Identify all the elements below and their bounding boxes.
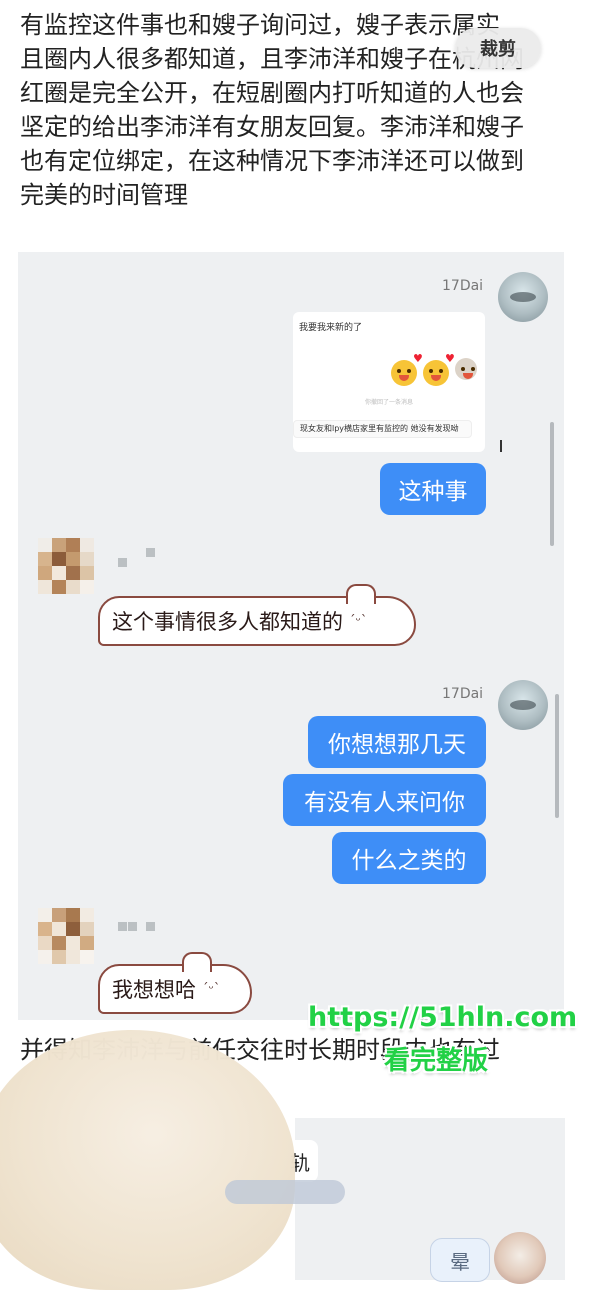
redaction-smudge	[225, 1180, 345, 1204]
article-line: 也有定位绑定，在这种情况下李沛洋还可以做到	[20, 147, 524, 175]
message-bubble-sent[interactable]: 这种事	[380, 463, 486, 515]
message-text: 这个事情很多人都知道的	[112, 610, 343, 634]
sender-name: 17Dai	[442, 278, 484, 294]
message-bubble-sent[interactable]: 有没有人来问你	[283, 774, 486, 826]
watermark-cta[interactable]: 看完整版	[384, 1040, 488, 1077]
crop-button[interactable]: 裁剪	[455, 28, 541, 68]
embedded-line: 现女友和lpy横店家里有监控的 她没有发现呦	[293, 420, 472, 438]
message-bubble-received[interactable]: 我想想哈 ˊᵕˋ	[98, 952, 252, 1014]
other-avatar	[38, 908, 94, 964]
self-avatar	[498, 680, 548, 730]
sticker-bubble: 晕	[430, 1238, 490, 1282]
bunny-ears-icon	[182, 952, 212, 972]
embedded-screenshot: 我要我来新的了 ♥ ♥ 你撤回了一条消息 现女友和lpy横店家里有监控的 她没有…	[293, 312, 485, 452]
heart-icon: ♥	[445, 352, 455, 365]
heart-icon: ♥	[413, 352, 423, 365]
article-line: 红圈是完全公开，在短剧圈内打听知道的人也会	[20, 79, 524, 107]
article-line: 坚定的给出李沛洋有女朋友回复。李沛洋和嫂子	[20, 113, 524, 141]
message-bubble-received[interactable]: 这个事情很多人都知道的 ˊᵕˋ	[98, 584, 416, 646]
self-avatar	[498, 272, 548, 322]
message-bubble-sent[interactable]: 什么之类的	[332, 832, 486, 884]
embedded-line: 我要我来新的了	[299, 323, 363, 333]
message-text: 我想想哈	[112, 978, 196, 1002]
message-bubble-sent[interactable]: 你想想那几天	[308, 716, 486, 768]
emoji-icon	[455, 358, 477, 380]
divider	[500, 440, 502, 452]
scrollbar[interactable]	[550, 422, 554, 546]
face-icon: ˊᵕˋ	[202, 981, 221, 997]
self-avatar	[494, 1232, 546, 1284]
article-line: 完美的时间管理	[20, 181, 188, 209]
overlay-sticker	[0, 1030, 295, 1290]
face-icon: ˊᵕˋ	[349, 613, 368, 629]
sender-name: 17Dai	[442, 686, 484, 702]
bunny-ears-icon	[346, 584, 376, 604]
recall-notice: 你撤回了一条消息	[364, 399, 413, 406]
watermark-url[interactable]: https://51hln.com	[308, 1002, 577, 1033]
other-avatar	[38, 538, 94, 594]
chat-screenshot: 17Dai 我要我来新的了 ♥ ♥ 你撤回了一条消息 现女友和lpy横店家里有监…	[18, 252, 564, 1020]
scrollbar[interactable]	[555, 694, 559, 818]
